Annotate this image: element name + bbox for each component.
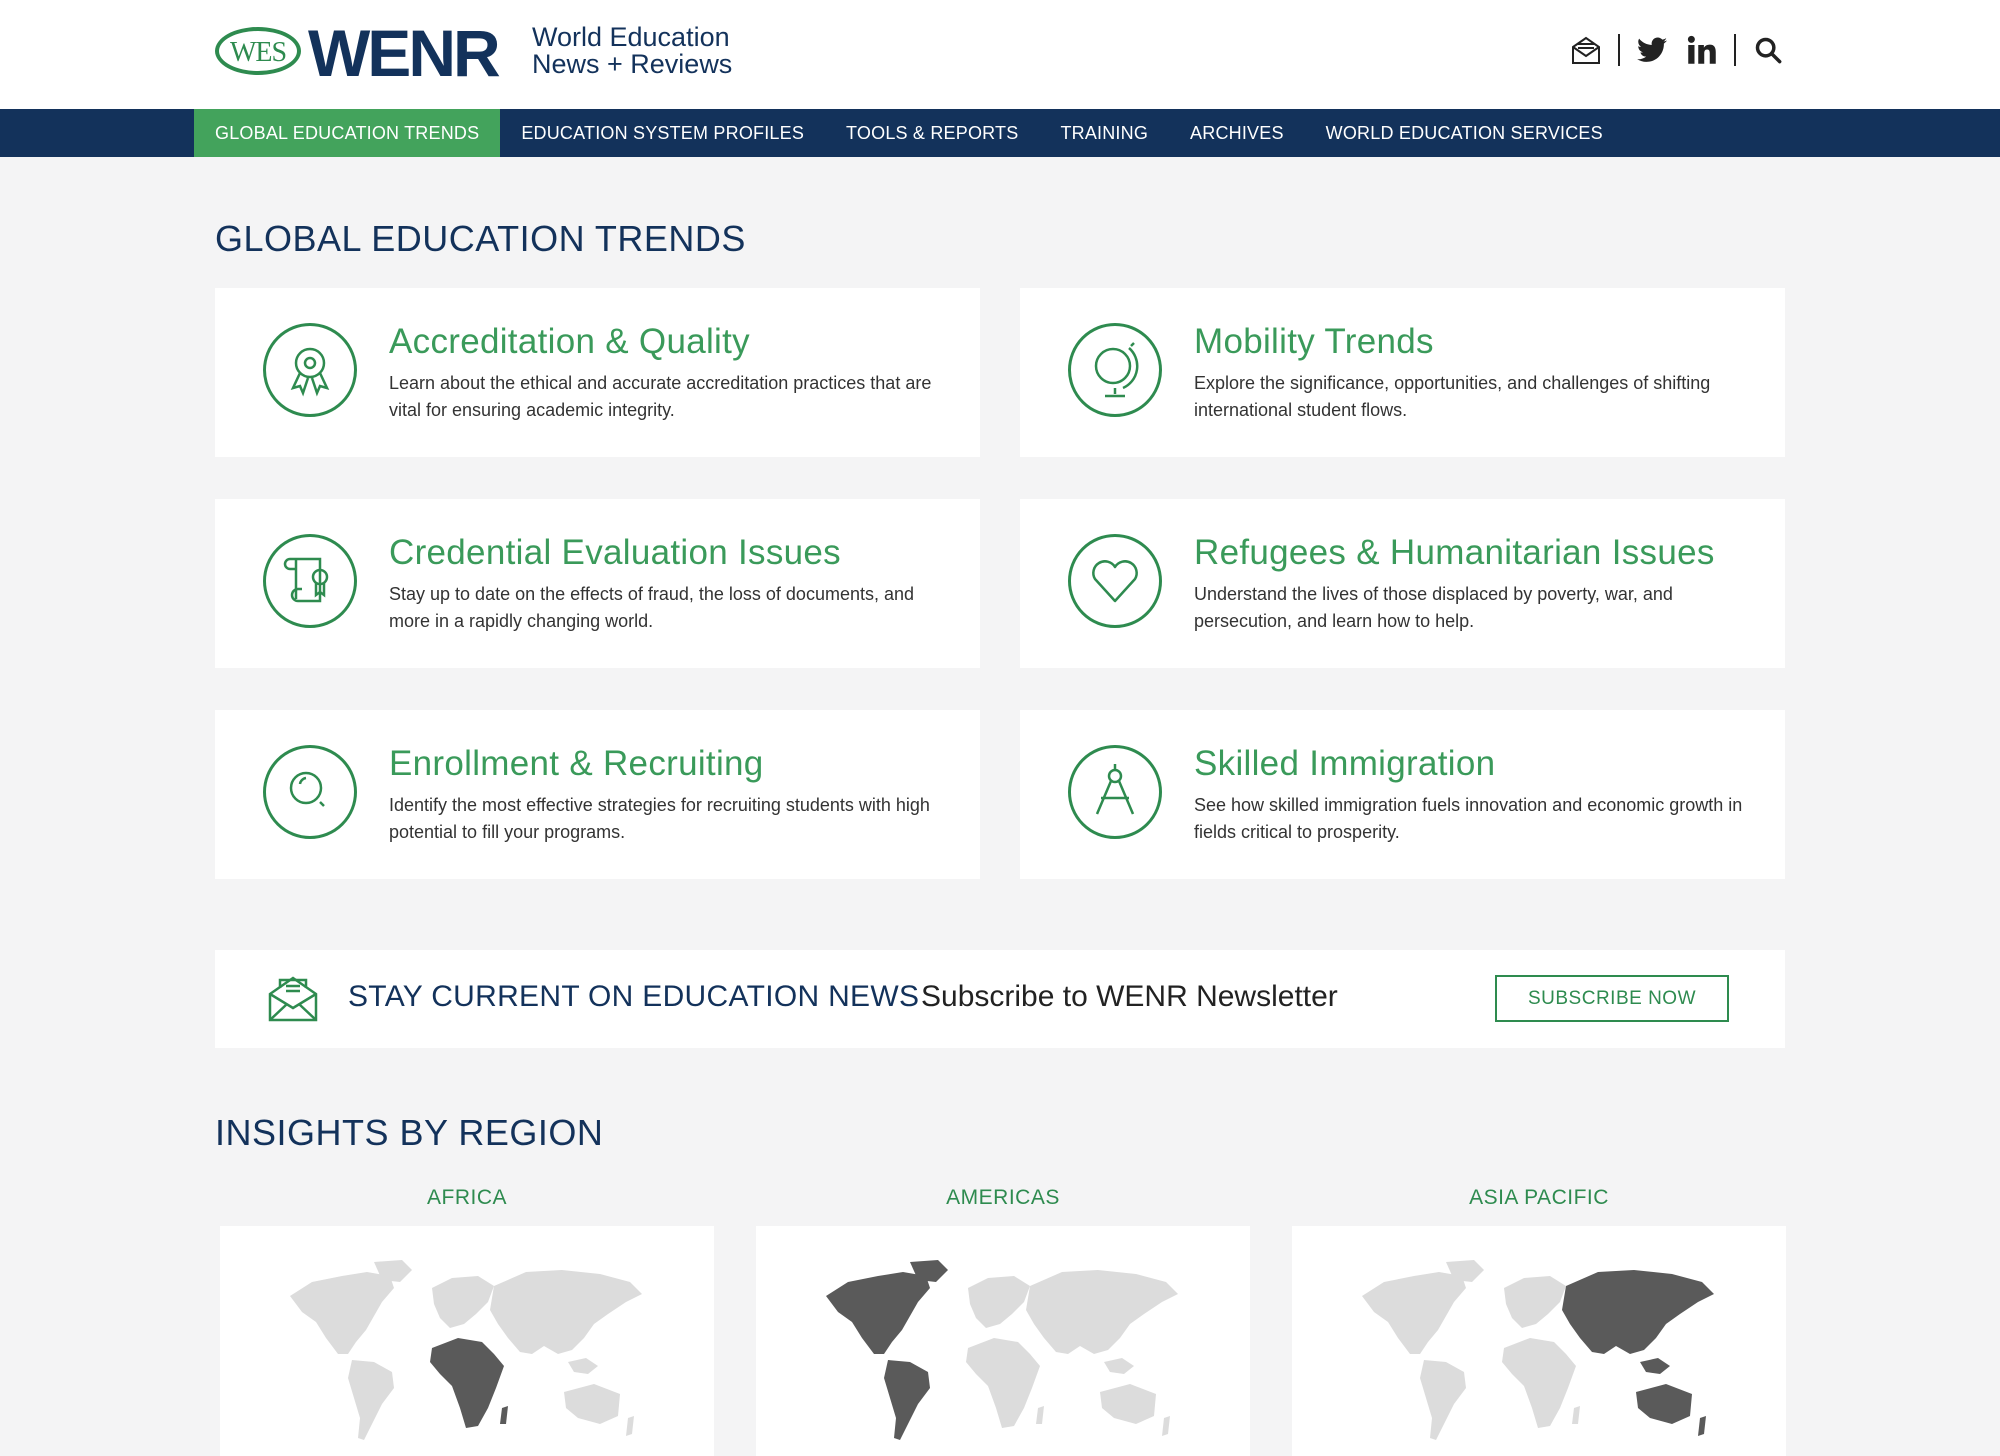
- trend-card-desc: Understand the lives of those displaced …: [1194, 584, 1673, 631]
- nav-tools-reports[interactable]: TOOLS & REPORTS: [825, 109, 1039, 157]
- icon-divider: [1734, 34, 1736, 66]
- site-header: WES WENR World Education News + Reviews: [0, 0, 2000, 109]
- trend-card-desc: Learn about the ethical and accurate acc…: [389, 373, 932, 420]
- map-region-americas: [1420, 1360, 1466, 1440]
- nav-education-system-profiles[interactable]: EDUCATION SYSTEM PROFILES: [500, 109, 825, 157]
- map-region-americas: [884, 1360, 930, 1440]
- map-region-asia: [564, 1384, 620, 1424]
- map-region-asia: [1640, 1358, 1670, 1374]
- trend-card-desc: See how skilled immigration fuels innova…: [1194, 795, 1743, 842]
- logo-tagline-line1: World Education: [532, 22, 730, 52]
- magnifier-icon: [263, 745, 357, 839]
- map-region-asia: [1100, 1384, 1156, 1424]
- trend-card-accreditation[interactable]: Accreditation & Quality Learn about the …: [215, 288, 980, 457]
- region-label[interactable]: AFRICA: [220, 1186, 714, 1216]
- wenr-logo[interactable]: WENR: [308, 18, 501, 88]
- trend-card-enrollment[interactable]: Enrollment & Recruiting Identify the mos…: [215, 710, 980, 879]
- newsletter-subheading: Subscribe to WENR Newsletter: [921, 980, 1338, 1013]
- map-region-americas: [1362, 1272, 1466, 1354]
- map-region-asia: [1636, 1384, 1692, 1424]
- trend-card-desc: Stay up to date on the effects of fraud,…: [389, 584, 915, 631]
- map-region-americas: [348, 1360, 394, 1440]
- map-region-asia: [1562, 1270, 1714, 1354]
- trend-card-title: Skilled Immigration: [1194, 744, 1496, 783]
- logo-tagline-line2: News + Reviews: [532, 49, 733, 79]
- newsletter-bar: STAY CURRENT ON EDUCATION NEWS Subscribe…: [215, 950, 1785, 1048]
- wes-logo[interactable]: WES: [215, 27, 301, 75]
- map-region-europe: [432, 1276, 494, 1328]
- trend-card-title: Mobility Trends: [1194, 322, 1434, 361]
- map-region-africa: [500, 1406, 508, 1424]
- trend-card-skilled-immigration[interactable]: Skilled Immigration See how skilled immi…: [1020, 710, 1785, 879]
- icon-divider: [1618, 34, 1620, 66]
- trend-card-title: Enrollment & Recruiting: [389, 744, 764, 783]
- map-region-africa: [430, 1338, 504, 1428]
- region-card-americas[interactable]: AMERICAS: [756, 1186, 1250, 1456]
- map-region-asia: [568, 1358, 598, 1374]
- trend-card-desc: Identify the most effective strategies f…: [389, 795, 930, 842]
- header-icons: [1568, 30, 1786, 70]
- world-map-americas: [826, 1260, 1178, 1440]
- nav-archives[interactable]: ARCHIVES: [1169, 109, 1305, 157]
- map-region-africa: [1572, 1406, 1580, 1424]
- map-region-asia: [626, 1416, 634, 1436]
- region-map[interactable]: [756, 1226, 1250, 1456]
- trend-card-desc: Explore the significance, opportunities,…: [1194, 373, 1711, 420]
- search-icon[interactable]: [1750, 32, 1786, 68]
- envelope-icon: [268, 976, 318, 1022]
- diploma-icon: [263, 534, 357, 628]
- compass-icon: [1068, 745, 1162, 839]
- globe-icon: [1068, 323, 1162, 417]
- map-region-europe: [1504, 1276, 1566, 1328]
- newsletter-heading: STAY CURRENT ON EDUCATION NEWS: [348, 980, 920, 1013]
- page-title: GLOBAL EDUCATION TRENDS: [215, 218, 746, 259]
- map-region-americas: [290, 1272, 394, 1354]
- map-region-europe: [968, 1276, 1030, 1328]
- wes-logo-text: WES: [229, 37, 287, 68]
- regions-title: INSIGHTS BY REGION: [215, 1112, 604, 1153]
- main-nav: GLOBAL EDUCATION TRENDS EDUCATION SYSTEM…: [0, 109, 2000, 157]
- logo-tagline: World Education News + Reviews: [532, 24, 732, 78]
- newsletter-icon[interactable]: [1568, 32, 1604, 68]
- trend-card-title: Credential Evaluation Issues: [389, 533, 841, 572]
- map-region-africa: [1036, 1406, 1044, 1424]
- map-region-africa: [1502, 1338, 1576, 1428]
- trend-card-refugees[interactable]: Refugees & Humanitarian Issues Understan…: [1020, 499, 1785, 668]
- map-region-asia: [1162, 1416, 1170, 1436]
- map-region-asia: [1026, 1270, 1178, 1354]
- trend-card-credential[interactable]: Credential Evaluation Issues Stay up to …: [215, 499, 980, 668]
- region-card-africa[interactable]: AFRICA: [220, 1186, 714, 1456]
- twitter-icon[interactable]: [1634, 32, 1670, 68]
- region-label[interactable]: AMERICAS: [756, 1186, 1250, 1216]
- region-label[interactable]: ASIA PACIFIC: [1292, 1186, 1786, 1216]
- map-region-asia: [1104, 1358, 1134, 1374]
- trend-card-mobility[interactable]: Mobility Trends Explore the significance…: [1020, 288, 1785, 457]
- nav-world-education-services[interactable]: WORLD EDUCATION SERVICES: [1305, 109, 1624, 157]
- nav-global-education-trends[interactable]: GLOBAL EDUCATION TRENDS: [194, 109, 501, 157]
- nav-training[interactable]: TRAINING: [1039, 109, 1169, 157]
- map-region-africa: [966, 1338, 1040, 1428]
- linkedin-icon[interactable]: [1684, 32, 1720, 68]
- region-card-asia-pacific[interactable]: ASIA PACIFIC: [1292, 1186, 1786, 1456]
- region-map[interactable]: [1292, 1226, 1786, 1456]
- trend-card-title: Refugees & Humanitarian Issues: [1194, 533, 1715, 572]
- world-map-asia-pacific: [1362, 1260, 1714, 1440]
- map-region-asia: [1698, 1416, 1706, 1436]
- world-map-africa: [290, 1260, 642, 1440]
- trend-card-title: Accreditation & Quality: [389, 322, 750, 361]
- award-ribbon-icon: [263, 323, 357, 417]
- map-region-asia: [490, 1270, 642, 1354]
- heart-icon: [1068, 534, 1162, 628]
- region-map[interactable]: [220, 1226, 714, 1456]
- subscribe-now-button[interactable]: SUBSCRIBE NOW: [1495, 975, 1729, 1022]
- map-region-americas: [826, 1272, 930, 1354]
